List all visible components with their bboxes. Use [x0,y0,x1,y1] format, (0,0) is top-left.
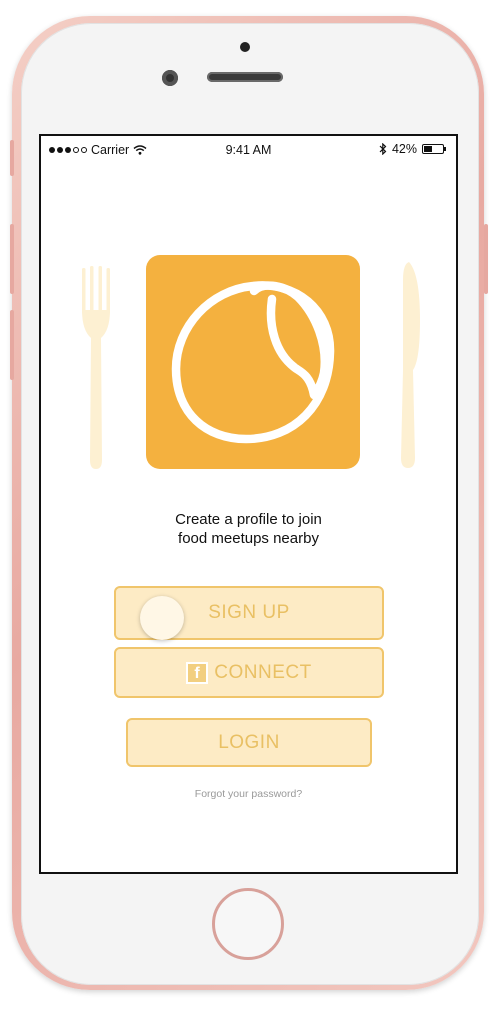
tagline-line-1: Create a profile to join [175,511,322,528]
phone-power-button [484,224,488,294]
proximity-sensor [240,42,250,52]
knife-icon [401,262,420,468]
fork-icon [82,266,110,469]
phone-mute-switch [10,140,14,176]
facebook-icon: f [186,661,209,684]
bluetooth-icon [379,143,387,155]
forgot-password-link[interactable]: Forgot your password? [41,788,456,800]
sign-up-label: SIGN UP [208,602,290,623]
app-logo-icon [171,281,335,444]
tagline-line-2: food meetups nearby [178,530,319,547]
app-screen: Carrier 9:41 AM 42% Create a profile to … [39,134,458,874]
home-button[interactable] [212,888,284,960]
earpiece-speaker [207,72,283,82]
battery-percent: 42% [391,142,417,156]
battery-icon [422,144,446,154]
tagline: Create a profile to join food meetups ne… [41,510,456,548]
facebook-connect-button[interactable]: f CONNECT [114,647,384,698]
status-right: 42% [379,142,446,156]
connect-label: CONNECT [214,661,312,683]
login-button[interactable]: LOGIN [126,718,372,767]
phone-volume-down-button [10,310,14,380]
battery-fill [424,146,432,152]
login-label: LOGIN [218,731,280,753]
phone-volume-up-button [10,224,14,294]
app-logo-tile [146,255,360,469]
status-bar: Carrier 9:41 AM 42% [41,136,456,162]
front-camera [162,70,178,86]
touch-indicator [140,596,184,640]
